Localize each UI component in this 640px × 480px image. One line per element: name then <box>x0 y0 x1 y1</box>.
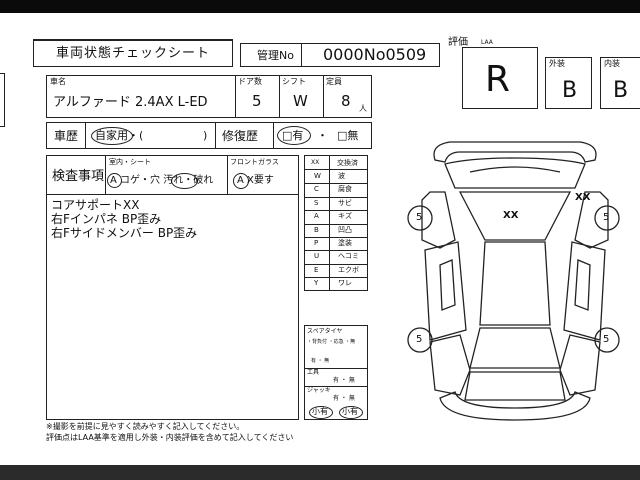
legend-code: C <box>314 185 319 194</box>
legend-code: W <box>314 172 321 180</box>
management-number-box: 管理No 0000No0509 <box>240 43 440 67</box>
spare-tire-options: ・背負付 ・応急 ・無 <box>307 339 356 345</box>
repair-history-label: 修復歴 <box>222 129 259 143</box>
legend-code: B <box>314 225 319 234</box>
bottom-dark-bar <box>0 465 640 480</box>
top-black-bar <box>0 0 640 13</box>
repair-separator: ・ <box>317 129 328 142</box>
spare-tire-note: 有 ・ 無 <box>311 358 330 364</box>
shift-label: シフト <box>282 77 306 86</box>
jack-label: ジャッキ <box>307 387 331 394</box>
interior-seat-header: 室内・シート <box>109 158 151 166</box>
repair-no: □無 <box>337 129 359 142</box>
legend-code: U <box>314 252 320 261</box>
capacity-unit: 人 <box>359 104 367 113</box>
jack-value: 有 ・ 無 <box>333 395 355 402</box>
tools-label: 工具 <box>307 369 320 376</box>
car-name-value: アルファード 2.4AX L-ED <box>53 95 208 110</box>
left-edge-fragment <box>0 73 5 127</box>
exterior-grade-label: 外装 <box>549 59 565 68</box>
legend-code: S <box>314 198 319 207</box>
capacity-label: 定員 <box>326 77 342 86</box>
car-diagram <box>407 141 620 421</box>
legend-row-divider <box>305 196 367 198</box>
legend-row-divider <box>305 237 367 238</box>
equipment-section: スペアタイヤ ・背負付 ・応急 ・無 有 ・ 無 工具 有 ・ 無 ジャッキ 有… <box>304 325 368 420</box>
legend-desc: 波 <box>338 172 345 180</box>
legend-desc: 塗装 <box>338 239 352 247</box>
legend-code: P <box>314 239 319 247</box>
exterior-grade: B <box>562 78 578 103</box>
damage-legend-table: XX 交換済 W 波 C 腐食 S サビ A キズ B 凹凸 P 塗装 U ヘコミ E エクボ Y ワレ <box>304 155 368 291</box>
inspection-note-1: コアサポートXX <box>51 198 140 212</box>
legend-desc: ワレ <box>338 279 352 288</box>
legend-desc: 腐食 <box>338 185 352 194</box>
history-label: 車歴 <box>54 129 79 143</box>
legend-code: Y <box>314 279 319 288</box>
legend-desc: キズ <box>338 212 352 221</box>
footer-note-1: ※撮影を前提に見やすく読みやすく記入してください。 <box>46 422 245 431</box>
overall-grade: R <box>485 59 511 100</box>
title-box: 車両状態チェックシート <box>33 39 233 67</box>
legend-row-divider <box>305 223 367 225</box>
inspection-label: 検査事項 <box>52 169 105 184</box>
legend-row-divider <box>305 210 367 212</box>
windshield-options: A X要す <box>237 175 274 186</box>
legend-code: A <box>314 212 319 221</box>
legend-row-divider <box>305 277 367 279</box>
tire-front-left-label: 5 <box>416 212 423 223</box>
bottom-left-mark: 小有 <box>312 407 328 416</box>
tire-front-right-label: 5 <box>603 212 610 223</box>
exterior-grade-box: 外装 B <box>545 57 592 109</box>
legend-row-divider <box>305 183 367 185</box>
front-damage-mark: XX <box>503 210 519 221</box>
footer-note-2: 評価点はLAA基準を適用し外装・内装評価を含めて記入してください <box>46 433 294 442</box>
bottom-right-mark: 小有 <box>342 407 358 416</box>
history-row: 車歴 自家用・( ) 修復歴 □有 ・ □無 <box>46 122 372 149</box>
shift-value: W <box>293 92 308 110</box>
legend-header-code: XX <box>311 159 320 166</box>
legend-row-divider <box>305 250 367 252</box>
history-close: ) <box>203 129 208 142</box>
car-name-label: 車名 <box>50 77 66 86</box>
tire-rear-left-label: 5 <box>416 334 423 345</box>
inspection-section: 検査事項 室内・シート A コゲ・穴 汚れ・破れ フロントガラス A X要す コ… <box>46 155 299 420</box>
interior-grade: B <box>613 78 629 103</box>
vehicle-info-row: 車名 アルファード 2.4AX L-ED ドア数 5 シフト W 定員 8 人 <box>46 75 372 118</box>
windshield-header: フロントガラス <box>230 158 279 166</box>
interior-grade-box: 内装 B <box>600 57 640 109</box>
doors-label: ドア数 <box>238 77 262 86</box>
corner-damage-mark: XX <box>575 192 591 203</box>
legend-desc: ヘコミ <box>338 252 359 261</box>
management-number-label: 管理No <box>257 49 294 62</box>
capacity-value: 8 <box>341 92 351 110</box>
inspection-note-3: 右Fサイドメンバー BP歪み <box>51 226 198 240</box>
spare-tire-label: スペアタイヤ <box>307 328 343 335</box>
legend-header-desc: 交換済 <box>337 159 358 167</box>
management-number-value: 0000No0509 <box>323 45 427 64</box>
repair-yes: □有 <box>282 129 304 142</box>
legend-desc: 凹凸 <box>338 225 352 234</box>
inspection-note-2: 右Fインパネ BP歪み <box>51 212 162 226</box>
rating-sub-label: LAA <box>481 39 493 46</box>
overall-grade-box: R <box>462 47 538 109</box>
interior-grade-label: 内装 <box>604 59 620 68</box>
legend-desc: エクボ <box>338 265 359 274</box>
legend-code: E <box>314 265 319 274</box>
tools-value: 有 ・ 無 <box>333 377 355 384</box>
legend-row-divider <box>305 263 367 265</box>
sheet-title: 車両状態チェックシート <box>56 46 211 61</box>
tire-rear-right-label: 5 <box>603 334 610 345</box>
interior-seat-options: A コゲ・穴 汚れ・破れ <box>110 175 214 186</box>
legend-desc: サビ <box>338 198 352 207</box>
history-value: 自家用・( <box>95 129 144 142</box>
doors-value: 5 <box>252 92 262 110</box>
